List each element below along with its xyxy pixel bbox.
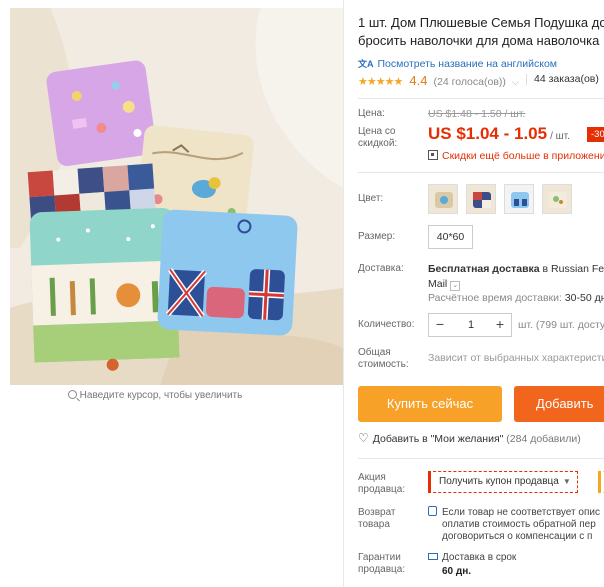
app-discount-link[interactable]: Скидки ещё больше в приложении [428,150,604,162]
size-option[interactable]: 40*60 [428,225,473,249]
shipping-dropdown-icon[interactable]: ⌄ [450,281,461,291]
chevron-down-icon[interactable]: ⌵ [512,77,519,87]
return-line3: договориться о компенсации с п [442,531,593,542]
total-value: Зависит от выбранных характеристик [428,352,604,364]
title-line-2: бросить наволочки для дома наволочка [358,33,600,48]
old-price: US $1.48 - 1.50 / шт. [428,108,526,120]
add-to-cart-button[interactable]: Добавить [514,386,604,422]
translate-label: Посмотреть название на английском [377,58,558,70]
size-label: Размер: [358,231,396,242]
seller-promo-label: Акция продавца: [358,472,405,496]
guarantee-info: Доставка в срок 60 дн. [428,551,516,579]
quantity-decrease-button[interactable]: − [429,314,451,336]
pillows-photo [10,8,343,385]
quantity-input[interactable]: 1 [451,314,491,336]
return-policy: Если товар не соответствует опис оплатив… [428,506,600,543]
seller-promo-label-line1: Акция [358,472,386,483]
buy-now-button[interactable]: Купить сейчас [358,386,502,422]
color-swatch-4[interactable] [542,184,572,214]
seller-coupon-button[interactable]: Получить купон продавца ▼ [428,471,578,493]
app-discount-text: Скидки ещё больше в приложении [442,150,604,162]
document-icon [428,506,437,516]
total-label-line1: Общая [358,347,391,358]
rating-value: 4.4 [409,73,428,88]
delivery-time: Расчётное время доставки: 30-50 дн [428,292,604,304]
discount-price-label-line2: скидкой: [358,138,398,149]
quantity-availability: шт. (799 шт. доступно) [518,319,604,331]
caret-down-icon: ▼ [562,477,571,486]
qr-code-icon [428,150,438,160]
product-gallery: Наведите курсор, чтобы увеличить [0,0,343,587]
return-line1: Если товар не соответствует опис [442,507,600,518]
total-label: Общая стоимость: [358,347,409,371]
product-info: 1 шт. Дом Плюшевые Семья Подушка дом бро… [358,0,604,587]
rating-row: ★★★★★ 4.4 (24 голоса(ов)) ⌵ 44 заказа(ов… [358,73,604,88]
shipping-carrier-line2: Mail [428,278,448,290]
title-line-1: 1 шт. Дом Плюшевые Семья Подушка дом [358,15,604,30]
guarantee-label-line2: продавца: [358,564,406,575]
return-label-line2: товара [358,519,390,530]
quantity-label: Количество: [358,319,415,330]
seller-coupon-2[interactable]: С [598,471,604,493]
guarantee-label: Гарантии продавца: [358,552,405,576]
quantity-stepper: − 1 + [428,313,512,337]
product-title: 1 шт. Дом Плюшевые Семья Подушка дом бро… [358,14,604,50]
return-label-line1: Возврат [358,507,396,518]
zoom-hint: Наведите курсор, чтобы увеличить [0,390,310,401]
votes-link[interactable]: (24 голоса(ов)) [434,76,506,88]
guarantee-text: Доставка в срок [442,552,517,563]
divider [358,172,604,173]
wishlist-link[interactable]: ♡ Добавить в "Мои желания" (284 добавили) [358,431,581,445]
delivery-time-label: Расчётное время доставки: [428,292,562,304]
heart-icon: ♡ [358,431,369,445]
rating-stars: ★★★★★ [358,76,403,88]
wishlist-label: Добавить в "Мои желания" [372,433,504,445]
discount-price-label: Цена со скидкой: [358,126,397,150]
quantity-increase-button[interactable]: + [489,314,511,336]
column-divider [343,0,344,587]
shipping-carrier: Russian Fed [551,263,604,275]
guarantee-days: 60 дн. [442,566,472,577]
guarantee-label-line1: Гарантии [358,552,401,563]
seller-coupon-label: Получить купон продавца [439,476,559,487]
divider [358,458,604,459]
translate-icon: 文A [358,59,374,69]
divider [358,98,604,99]
color-swatch-1[interactable] [428,184,458,214]
delivery-time-value: 30-50 дн [564,292,604,304]
shipping-label: Доставка: [358,263,404,274]
new-price-amount: US $1.04 - 1.05 [428,124,548,143]
color-label: Цвет: [358,193,384,204]
price-unit: / шт. [550,131,570,142]
total-label-line2: стоимость: [358,359,409,370]
discount-badge: -30 [587,127,604,142]
orders-count: 44 заказа(ов) [526,73,599,85]
truck-icon [428,553,438,560]
magnifier-icon [67,390,77,399]
color-swatch-2[interactable] [466,184,496,214]
return-label: Возврат товара [358,507,396,531]
shipping-info: Бесплатная доставка в Russian Fed Mail ⌄ [428,262,604,292]
translate-link[interactable]: 文A Посмотреть название на английском [358,57,557,70]
new-price: US $1.04 - 1.05/ шт. [428,124,570,144]
zoom-hint-text: Наведите курсор, чтобы увеличить [79,390,243,401]
return-line2: оплатив стоимость обратной пер [442,519,596,530]
shipping-in: в [542,263,549,275]
price-label: Цена: [358,108,385,119]
discount-price-label-line1: Цена со [358,126,396,137]
free-shipping: Бесплатная доставка [428,263,540,275]
color-swatch-3[interactable] [504,184,534,214]
wishlist-count: (284 добавили) [506,433,581,445]
product-main-image[interactable] [10,8,343,385]
seller-promo-label-line2: продавца: [358,484,406,495]
